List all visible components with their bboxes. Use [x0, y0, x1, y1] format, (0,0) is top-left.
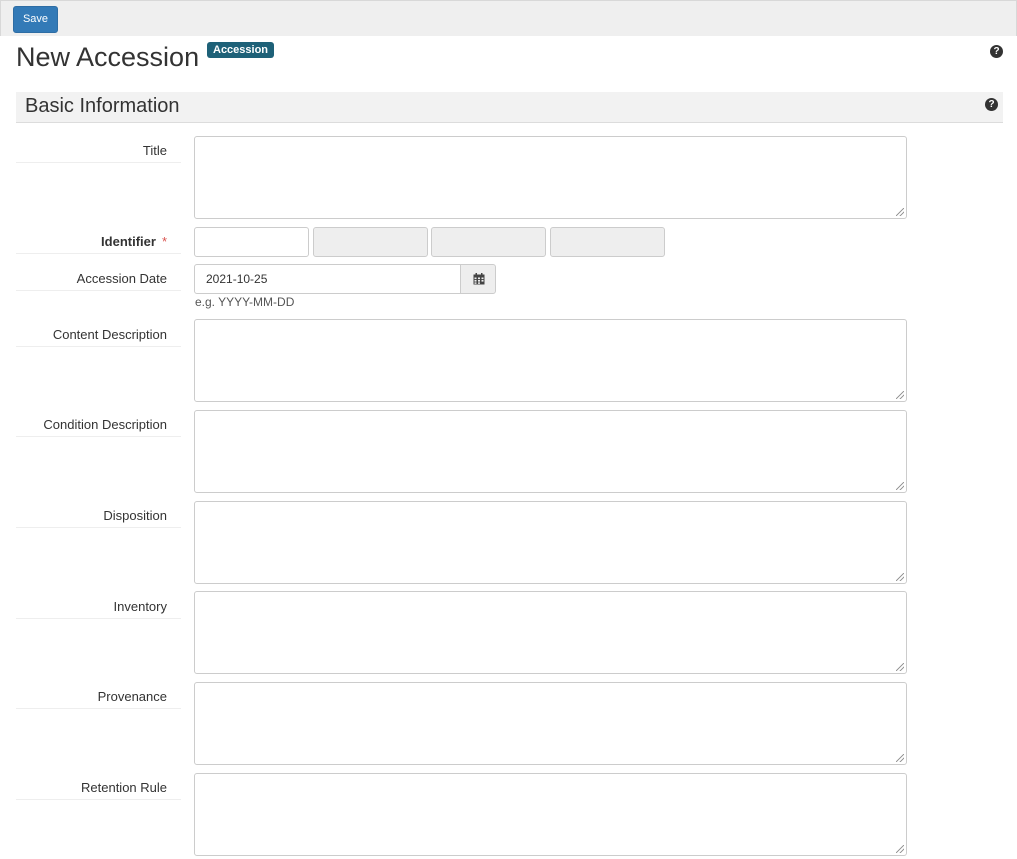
toolbar: Save	[0, 0, 1017, 36]
disposition-field[interactable]	[194, 501, 907, 584]
resize-grip-icon[interactable]	[896, 391, 904, 399]
resize-grip-icon[interactable]	[896, 482, 904, 490]
page-title: New Accession	[16, 42, 200, 72]
resize-grip-icon[interactable]	[896, 754, 904, 762]
resize-grip-icon[interactable]	[896, 573, 904, 581]
identifier-label-text: Identifier	[101, 234, 156, 249]
resize-grip-icon[interactable]	[896, 845, 904, 853]
question-circle-icon[interactable]: ?	[990, 45, 1003, 58]
calendar-icon	[473, 273, 485, 285]
resize-grip-icon[interactable]	[896, 208, 904, 216]
inventory-label: Inventory	[16, 599, 181, 619]
content-description-label: Content Description	[16, 327, 181, 347]
section-header: Basic Information ?	[16, 92, 1003, 123]
retention-rule-field[interactable]	[194, 773, 907, 856]
title-label: Title	[16, 143, 181, 163]
retention-rule-label: Retention Rule	[16, 780, 181, 800]
identifier-field-0[interactable]	[194, 227, 309, 257]
accession-date-hint: e.g. YYYY-MM-DD	[195, 295, 295, 309]
provenance-field[interactable]	[194, 682, 907, 765]
provenance-label: Provenance	[16, 689, 181, 709]
accession-date-label: Accession Date	[16, 271, 181, 291]
content-description-field[interactable]	[194, 319, 907, 402]
identifier-field-1[interactable]	[313, 227, 428, 257]
inventory-field[interactable]	[194, 591, 907, 674]
identifier-field-3[interactable]	[550, 227, 665, 257]
record-type-badge: Accession	[207, 42, 275, 58]
title-field[interactable]	[194, 136, 907, 219]
section-title: Basic Information	[25, 95, 180, 117]
save-button[interactable]: Save	[13, 6, 58, 33]
disposition-label: Disposition	[16, 508, 181, 528]
question-circle-icon[interactable]: ?	[985, 98, 998, 111]
resize-grip-icon[interactable]	[896, 663, 904, 671]
accession-date-input[interactable]	[194, 264, 461, 294]
required-marker: *	[161, 234, 167, 249]
identifier-label: Identifier *	[16, 234, 181, 254]
calendar-button[interactable]	[460, 264, 496, 294]
identifier-field-2[interactable]	[431, 227, 546, 257]
condition-description-field[interactable]	[194, 410, 907, 493]
condition-description-label: Condition Description	[16, 417, 181, 437]
